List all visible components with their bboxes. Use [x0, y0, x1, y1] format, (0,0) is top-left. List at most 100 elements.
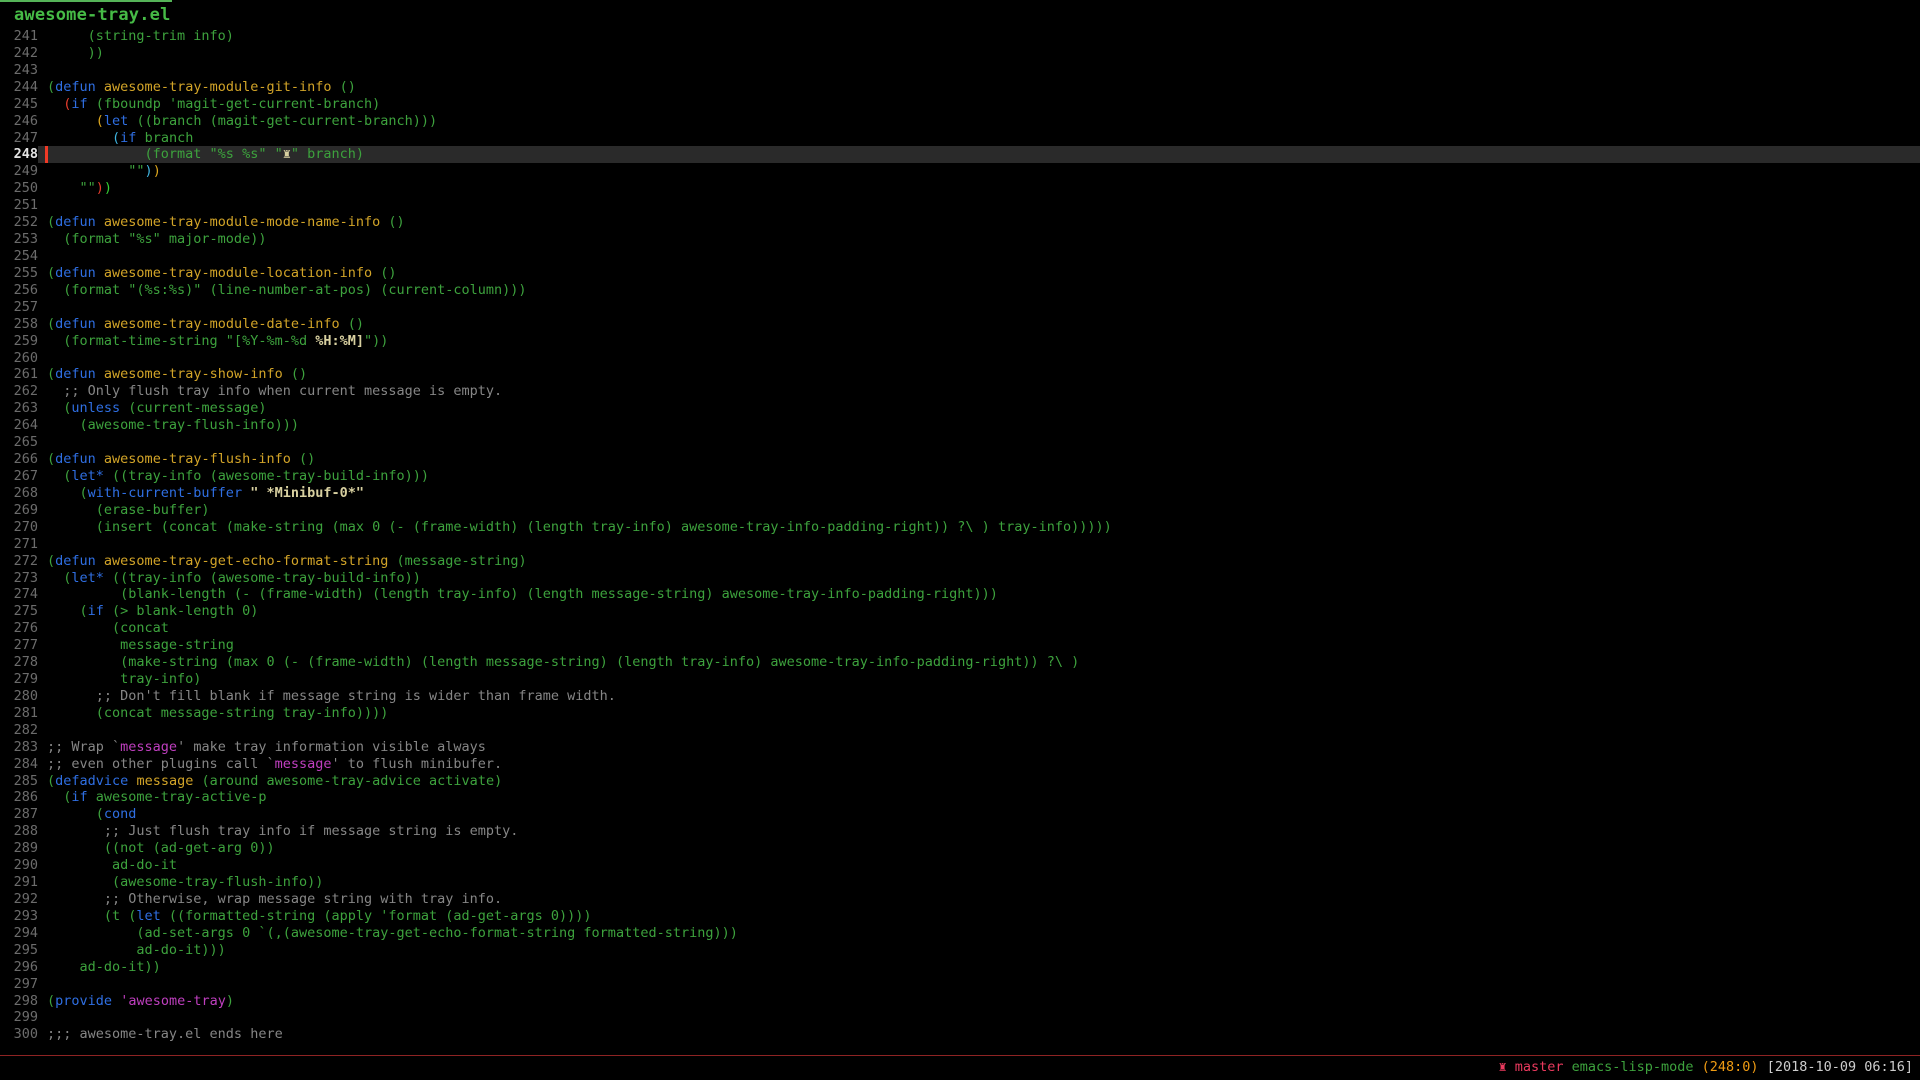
- code-text[interactable]: (string-trim info): [38, 28, 1920, 45]
- code-line[interactable]: 285(defadvice message (around awesome-tr…: [0, 773, 1920, 790]
- code-text[interactable]: (ad-set-args 0 `(,(awesome-tray-get-echo…: [38, 925, 1920, 942]
- code-text[interactable]: (if (fboundp 'magit-get-current-branch): [38, 96, 1920, 113]
- code-line[interactable]: 249 "")): [0, 163, 1920, 180]
- code-line[interactable]: 278 (make-string (max 0 (- (frame-width)…: [0, 654, 1920, 671]
- code-text[interactable]: (cond: [38, 806, 1920, 823]
- code-text[interactable]: (concat message-string tray-info)))): [38, 705, 1920, 722]
- code-line[interactable]: 273 (let* ((tray-info (awesome-tray-buil…: [0, 570, 1920, 587]
- code-line[interactable]: 248 (format "%s %s" "♜" branch): [0, 146, 1920, 163]
- code-line[interactable]: 272(defun awesome-tray-get-echo-format-s…: [0, 553, 1920, 570]
- code-text[interactable]: (make-string (max 0 (- (frame-width) (le…: [38, 654, 1920, 671]
- code-text[interactable]: "")): [38, 163, 1920, 180]
- code-text[interactable]: [38, 62, 1920, 79]
- code-line[interactable]: 277 message-string: [0, 637, 1920, 654]
- code-text[interactable]: ;; Otherwise, wrap message string with t…: [38, 891, 1920, 908]
- code-text[interactable]: [38, 976, 1920, 993]
- code-text[interactable]: (let ((branch (magit-get-current-branch)…: [38, 113, 1920, 130]
- code-line[interactable]: 256 (format "(%s:%s)" (line-number-at-po…: [0, 282, 1920, 299]
- code-line[interactable]: 299: [0, 1009, 1920, 1026]
- code-text[interactable]: [38, 299, 1920, 316]
- code-text[interactable]: (if awesome-tray-active-p: [38, 789, 1920, 806]
- code-text[interactable]: (let* ((tray-info (awesome-tray-build-in…: [38, 468, 1920, 485]
- code-text[interactable]: ;; Just flush tray info if message strin…: [38, 823, 1920, 840]
- code-line[interactable]: 268 (with-current-buffer " *Minibuf-0*": [0, 485, 1920, 502]
- code-text[interactable]: ad-do-it)): [38, 959, 1920, 976]
- code-text[interactable]: [38, 350, 1920, 367]
- code-text[interactable]: (format "(%s:%s)" (line-number-at-pos) (…: [38, 282, 1920, 299]
- code-text[interactable]: [38, 248, 1920, 265]
- code-line[interactable]: 261(defun awesome-tray-show-info (): [0, 366, 1920, 383]
- code-line[interactable]: 265: [0, 434, 1920, 451]
- code-line[interactable]: 245 (if (fboundp 'magit-get-current-bran…: [0, 96, 1920, 113]
- code-line[interactable]: 289 ((not (ad-get-arg 0)): [0, 840, 1920, 857]
- code-text[interactable]: ad-do-it: [38, 857, 1920, 874]
- code-line[interactable]: 286 (if awesome-tray-active-p: [0, 789, 1920, 806]
- code-line[interactable]: 279 tray-info): [0, 671, 1920, 688]
- code-line[interactable]: 262 ;; Only flush tray info when current…: [0, 383, 1920, 400]
- code-text[interactable]: (if branch: [38, 130, 1920, 147]
- code-line[interactable]: 252(defun awesome-tray-module-mode-name-…: [0, 214, 1920, 231]
- code-line[interactable]: 264 (awesome-tray-flush-info))): [0, 417, 1920, 434]
- code-line[interactable]: 271: [0, 536, 1920, 553]
- code-text[interactable]: tray-info): [38, 671, 1920, 688]
- code-line[interactable]: 293 (t (let ((formatted-string (apply 'f…: [0, 908, 1920, 925]
- code-text[interactable]: (with-current-buffer " *Minibuf-0*": [38, 485, 1920, 502]
- code-line[interactable]: 243: [0, 62, 1920, 79]
- code-line[interactable]: 291 (awesome-tray-flush-info)): [0, 874, 1920, 891]
- code-text[interactable]: (t (let ((formatted-string (apply 'forma…: [38, 908, 1920, 925]
- code-text[interactable]: (concat: [38, 620, 1920, 637]
- code-editor[interactable]: 241 (string-trim info)242 ))243244(defun…: [0, 28, 1920, 1043]
- code-line[interactable]: 284;; even other plugins call `message' …: [0, 756, 1920, 773]
- code-line[interactable]: 258(defun awesome-tray-module-date-info …: [0, 316, 1920, 333]
- code-line[interactable]: 296 ad-do-it)): [0, 959, 1920, 976]
- code-text[interactable]: message-string: [38, 637, 1920, 654]
- code-text[interactable]: (awesome-tray-flush-info)): [38, 874, 1920, 891]
- code-text[interactable]: ad-do-it))): [38, 942, 1920, 959]
- code-line[interactable]: 280 ;; Don't fill blank if message strin…: [0, 688, 1920, 705]
- code-line[interactable]: 247 (if branch: [0, 130, 1920, 147]
- code-text[interactable]: (awesome-tray-flush-info))): [38, 417, 1920, 434]
- code-text[interactable]: (blank-length (- (frame-width) (length t…: [38, 586, 1920, 603]
- code-line[interactable]: 269 (erase-buffer): [0, 502, 1920, 519]
- code-text[interactable]: [38, 1009, 1920, 1026]
- code-text[interactable]: (insert (concat (make-string (max 0 (- (…: [38, 519, 1920, 536]
- code-text[interactable]: ;; Don't fill blank if message string is…: [38, 688, 1920, 705]
- code-line[interactable]: 253 (format "%s" major-mode)): [0, 231, 1920, 248]
- code-text[interactable]: (defun awesome-tray-module-location-info…: [38, 265, 1920, 282]
- code-text[interactable]: (defun awesome-tray-get-echo-format-stri…: [38, 553, 1920, 570]
- code-text[interactable]: (unless (current-message): [38, 400, 1920, 417]
- code-line[interactable]: 287 (cond: [0, 806, 1920, 823]
- code-line[interactable]: 283;; Wrap `message' make tray informati…: [0, 739, 1920, 756]
- code-line[interactable]: 275 (if (> blank-length 0): [0, 603, 1920, 620]
- code-line[interactable]: 241 (string-trim info): [0, 28, 1920, 45]
- code-text[interactable]: [38, 197, 1920, 214]
- code-line[interactable]: 246 (let ((branch (magit-get-current-bra…: [0, 113, 1920, 130]
- code-text[interactable]: (defun awesome-tray-module-mode-name-inf…: [38, 214, 1920, 231]
- code-text[interactable]: (format-time-string "[%Y-%m-%d %H:%M]")): [38, 333, 1920, 350]
- code-text[interactable]: ;; Only flush tray info when current mes…: [38, 383, 1920, 400]
- code-text[interactable]: (defun awesome-tray-show-info (): [38, 366, 1920, 383]
- code-text[interactable]: [38, 722, 1920, 739]
- code-text[interactable]: ((not (ad-get-arg 0)): [38, 840, 1920, 857]
- code-text[interactable]: ;; even other plugins call `message' to …: [38, 756, 1920, 773]
- code-line[interactable]: 290 ad-do-it: [0, 857, 1920, 874]
- code-line[interactable]: 257: [0, 299, 1920, 316]
- code-text[interactable]: (if (> blank-length 0): [38, 603, 1920, 620]
- code-line[interactable]: 292 ;; Otherwise, wrap message string wi…: [0, 891, 1920, 908]
- code-line[interactable]: 251: [0, 197, 1920, 214]
- code-text[interactable]: (format "%s" major-mode)): [38, 231, 1920, 248]
- code-line[interactable]: 276 (concat: [0, 620, 1920, 637]
- code-line[interactable]: 266(defun awesome-tray-flush-info (): [0, 451, 1920, 468]
- code-line[interactable]: 297: [0, 976, 1920, 993]
- code-text[interactable]: ;;; awesome-tray.el ends here: [38, 1026, 1920, 1043]
- code-line[interactable]: 259 (format-time-string "[%Y-%m-%d %H:%M…: [0, 333, 1920, 350]
- code-line[interactable]: 295 ad-do-it))): [0, 942, 1920, 959]
- code-line[interactable]: 263 (unless (current-message): [0, 400, 1920, 417]
- code-line[interactable]: 242 )): [0, 45, 1920, 62]
- code-line[interactable]: 254: [0, 248, 1920, 265]
- code-line[interactable]: 244(defun awesome-tray-module-git-info (…: [0, 79, 1920, 96]
- code-text[interactable]: (defun awesome-tray-module-date-info (): [38, 316, 1920, 333]
- code-line[interactable]: 281 (concat message-string tray-info)))): [0, 705, 1920, 722]
- code-line[interactable]: 298(provide 'awesome-tray): [0, 993, 1920, 1010]
- code-line[interactable]: 300;;; awesome-tray.el ends here: [0, 1026, 1920, 1043]
